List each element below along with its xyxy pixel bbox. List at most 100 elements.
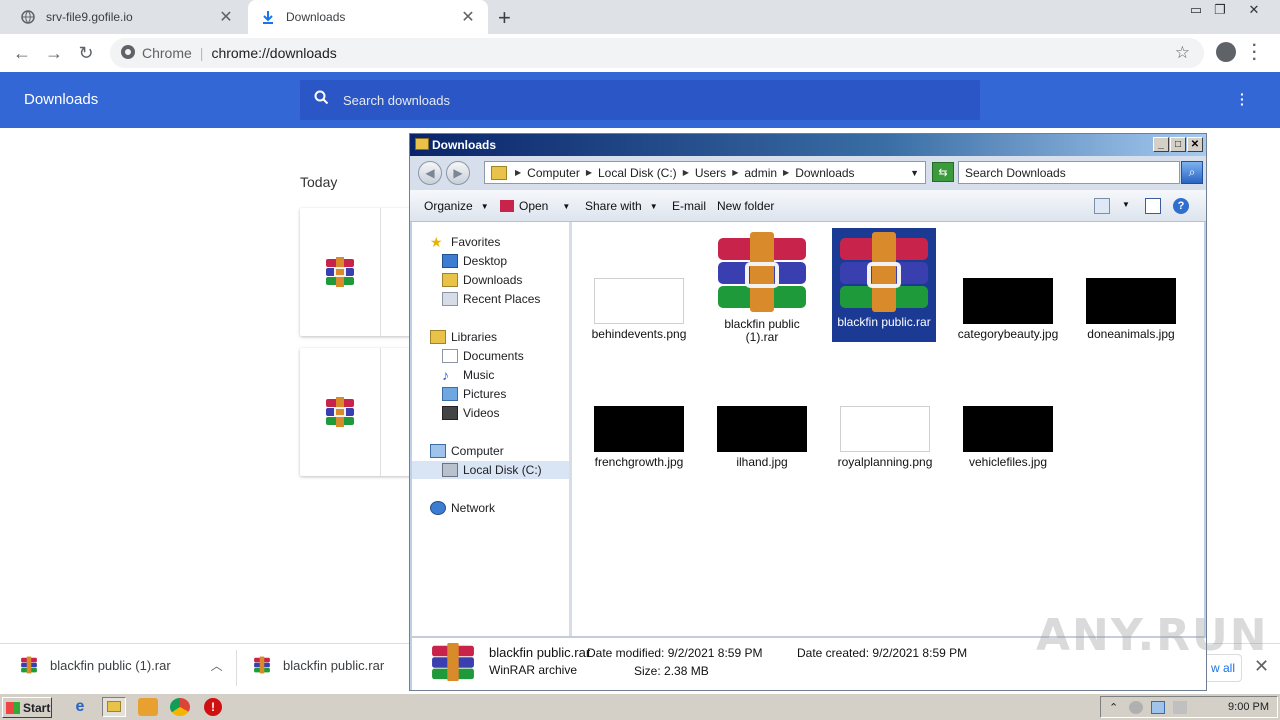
downloads-menu-icon[interactable]: · · ·: [1240, 87, 1245, 111]
explorer-search-input[interactable]: Search Downloads: [958, 161, 1180, 184]
computer-icon: [430, 444, 446, 458]
back-button[interactable]: ←: [10, 42, 34, 64]
address-toolbar: ◀ ▶ ▶ Computer ▶ Local Disk (C:) ▶ Users…: [410, 156, 1206, 190]
forward-button[interactable]: →: [42, 42, 66, 64]
start-button[interactable]: Start: [2, 697, 52, 718]
minimize-button[interactable]: _: [1153, 137, 1169, 152]
new-tab-button[interactable]: +: [498, 5, 511, 31]
chevron-down-icon[interactable]: ▼: [910, 168, 919, 178]
refresh-icon[interactable]: ⇆: [932, 162, 954, 182]
breadcrumb-users[interactable]: Users: [695, 166, 726, 180]
organize-label: Organize: [424, 199, 473, 213]
chevron-up-icon[interactable]: ︿: [211, 657, 223, 674]
explorer-taskbar-button[interactable]: [102, 697, 126, 717]
pictures-icon: [442, 387, 458, 401]
reload-button[interactable]: ↻: [74, 42, 98, 64]
restore-window-button[interactable]: ❐: [1208, 0, 1232, 20]
close-button[interactable]: ✕: [1187, 137, 1203, 152]
chevron-right-icon[interactable]: ▶: [732, 168, 738, 177]
shelf-item[interactable]: blackfin public (1).rar ︿: [20, 656, 223, 674]
view-icon[interactable]: [1094, 198, 1110, 214]
libraries-icon: [430, 330, 446, 344]
browser-menu-icon[interactable]: · · ·: [1252, 38, 1257, 68]
preview-pane-icon[interactable]: [1145, 198, 1161, 214]
details-modified-value: 9/2/2021 8:59 PM: [667, 646, 763, 660]
nav-downloads[interactable]: Downloads: [442, 271, 522, 289]
share-with-button[interactable]: Share with ▼: [585, 199, 658, 213]
tab-gofile[interactable]: srv-file9.gofile.io ✕: [8, 0, 246, 34]
nav-documents[interactable]: Documents: [442, 347, 524, 365]
file-item[interactable]: blackfin public (1).rar: [708, 230, 816, 344]
file-item[interactable]: ilhand.jpg: [708, 406, 816, 469]
omnibox-label: Chrome: [142, 45, 192, 61]
address-bar[interactable]: Chrome | chrome://downloads ☆: [110, 38, 1204, 68]
chevron-right-icon[interactable]: ▶: [783, 168, 789, 177]
image-thumbnail: [594, 278, 684, 324]
nav-desktop[interactable]: Desktop: [442, 252, 507, 270]
downloads-search[interactable]: Search downloads: [300, 80, 980, 120]
chevron-up-icon[interactable]: ⌃: [1109, 701, 1123, 714]
chevron-right-icon[interactable]: ▶: [683, 168, 689, 177]
minimize-window-button[interactable]: ▭: [1184, 0, 1208, 20]
alert-icon[interactable]: !: [204, 698, 222, 716]
chevron-down-icon[interactable]: ▼: [1122, 200, 1130, 209]
details-created-label: Date created:: [797, 646, 870, 660]
network-tray-icon[interactable]: [1151, 701, 1165, 714]
volume-icon[interactable]: [1129, 701, 1143, 714]
file-item[interactable]: blackfin public.rar: [832, 228, 936, 342]
organize-button[interactable]: Organize ▼: [424, 199, 489, 213]
bookmark-star-icon[interactable]: ☆: [1175, 43, 1190, 63]
close-tab-icon[interactable]: ✕: [218, 7, 234, 27]
search-icon: [314, 90, 329, 110]
internet-explorer-icon[interactable]: e: [70, 698, 90, 716]
search-icon[interactable]: ⌕: [1181, 161, 1203, 184]
downloads-folder-icon: [442, 273, 458, 287]
flag-tray-icon[interactable]: [1173, 701, 1187, 714]
breadcrumb-computer[interactable]: Computer: [527, 166, 580, 180]
shelf-item[interactable]: blackfin public.rar: [253, 656, 384, 674]
winrar-icon: [714, 230, 810, 314]
chevron-right-icon[interactable]: ▶: [515, 168, 521, 177]
new-folder-button[interactable]: New folder: [717, 199, 774, 213]
media-player-icon[interactable]: [138, 698, 158, 716]
file-item[interactable]: frenchgrowth.jpg: [585, 406, 693, 469]
nav-pictures[interactable]: Pictures: [442, 385, 506, 403]
details-size: Size: 2.38 MB: [634, 664, 709, 678]
open-button[interactable]: Open ▼: [500, 199, 570, 213]
nav-favorites[interactable]: ★ Favorites: [430, 233, 500, 251]
chrome-icon[interactable]: [170, 698, 190, 716]
nav-network[interactable]: Network: [430, 499, 495, 517]
file-item[interactable]: vehiclefiles.jpg: [954, 406, 1062, 469]
nav-videos[interactable]: Videos: [442, 404, 499, 422]
chevron-right-icon[interactable]: ▶: [586, 168, 592, 177]
email-button[interactable]: E-mail: [672, 199, 706, 213]
close-tab-icon[interactable]: ✕: [460, 7, 476, 27]
breadcrumb-local-disk[interactable]: Local Disk (C:): [598, 166, 677, 180]
back-button[interactable]: ◀: [418, 161, 442, 185]
nav-local-disk[interactable]: Local Disk (C:): [412, 461, 569, 479]
close-window-button[interactable]: ✕: [1242, 0, 1266, 20]
nav-recent-places[interactable]: Recent Places: [442, 290, 540, 308]
file-item[interactable]: behindevents.png: [585, 278, 693, 341]
nav-computer[interactable]: Computer: [430, 442, 504, 460]
file-name: blackfin public.rar: [837, 315, 931, 329]
file-item[interactable]: doneanimals.jpg: [1077, 278, 1185, 341]
file-item[interactable]: categorybeauty.jpg: [954, 278, 1062, 341]
forward-button[interactable]: ▶: [446, 161, 470, 185]
breadcrumb[interactable]: ▶ Computer ▶ Local Disk (C:) ▶ Users ▶ a…: [484, 161, 926, 184]
maximize-button[interactable]: □: [1170, 137, 1186, 152]
help-icon[interactable]: ?: [1173, 198, 1189, 214]
nav-libraries[interactable]: Libraries: [430, 328, 497, 346]
breadcrumb-admin[interactable]: admin: [744, 166, 777, 180]
videos-icon: [442, 406, 458, 420]
profile-avatar[interactable]: [1216, 42, 1236, 62]
download-card[interactable]: [300, 208, 420, 336]
folder-icon: [491, 165, 507, 180]
download-card[interactable]: [300, 348, 420, 476]
explorer-titlebar[interactable]: Downloads _ □ ✕: [410, 134, 1206, 156]
tab-downloads[interactable]: Downloads ✕: [248, 0, 488, 34]
nav-music[interactable]: ♪ Music: [442, 366, 494, 384]
file-name: frenchgrowth.jpg: [594, 455, 684, 469]
breadcrumb-downloads[interactable]: Downloads: [795, 166, 854, 180]
file-item[interactable]: royalplanning.png: [831, 406, 939, 469]
